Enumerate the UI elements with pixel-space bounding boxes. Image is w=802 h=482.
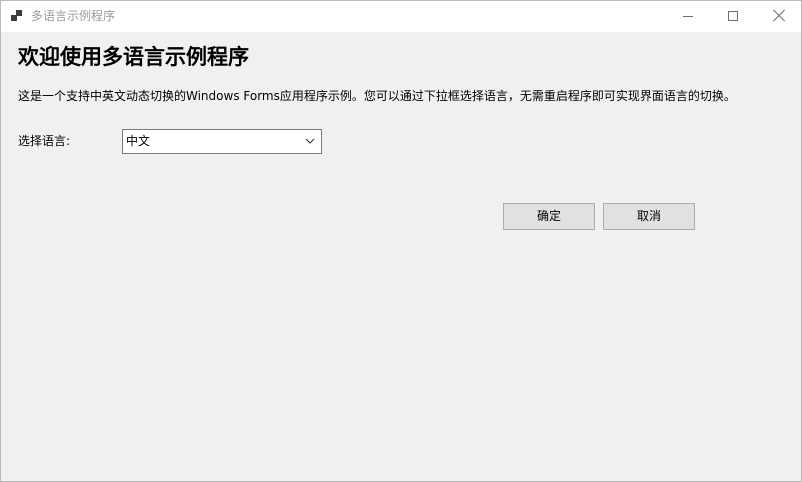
minimize-icon [683,16,693,17]
close-button[interactable] [756,1,802,32]
language-select-value: 中文 [126,134,151,148]
language-label: 选择语言: [18,134,71,148]
close-icon [773,10,785,22]
minimize-button[interactable] [665,1,711,32]
window-title: 多语言示例程序 [31,9,116,23]
maximize-icon [728,11,738,21]
language-select[interactable]: 中文 [122,129,322,154]
description-text: 这是一个支持中英文动态切换的Windows Forms应用程序示例。您可以通过下… [18,89,736,103]
title-bar[interactable]: 多语言示例程序 [1,1,801,32]
app-window: 多语言示例程序 欢迎使用多语言示例程序 这是一个支持中英文动态切换的Window… [0,0,802,482]
chevron-down-icon [305,138,315,144]
page-heading: 欢迎使用多语言示例程序 [18,45,249,69]
maximize-button[interactable] [711,1,757,32]
cancel-button[interactable]: 取消 [603,203,695,230]
ok-button[interactable]: 确定 [503,203,595,230]
app-window-icon [11,10,23,22]
